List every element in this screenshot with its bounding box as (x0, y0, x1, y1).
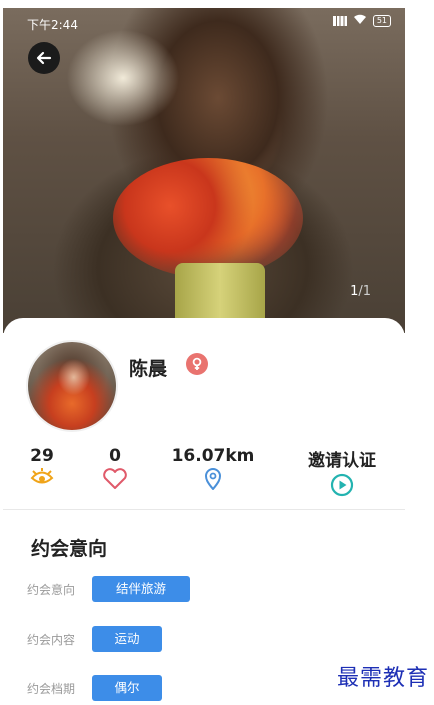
stat-distance-value: 16.07km (171, 446, 255, 466)
date-content-row: 约会内容 运动 (27, 626, 162, 652)
female-icon (186, 353, 208, 375)
stat-likes[interactable]: 0 (99, 446, 131, 490)
signal-icon (332, 16, 347, 26)
profile-sheet: 陈晨 29 0 16.07km 邀请认证 约会意向 约会意向 结伴旅游 约会内容… (3, 318, 405, 705)
stat-views-value: 29 (30, 446, 54, 466)
arrow-left-icon (36, 51, 52, 65)
watermark: 最需教育 (336, 666, 429, 691)
section-title: 约会意向 (31, 538, 108, 560)
date-intent-tag[interactable]: 结伴旅游 (92, 576, 190, 602)
back-button[interactable] (28, 42, 60, 74)
heart-icon (103, 468, 127, 489)
stat-invite[interactable]: 邀请认证 (297, 446, 387, 497)
status-icons: 51 (332, 14, 391, 28)
photo-vase (175, 263, 265, 323)
date-schedule-tag[interactable]: 偶尔 (92, 675, 162, 701)
date-intent-row: 约会意向 结伴旅游 (27, 576, 190, 602)
location-pin-icon (204, 468, 222, 490)
stats-row: 29 0 16.07km 邀请认证 (3, 446, 405, 497)
battery-icon: 51 (372, 15, 391, 27)
stat-views: 29 (23, 446, 61, 488)
date-content-tag[interactable]: 运动 (92, 626, 162, 652)
profile-screen: 下午2:44 51 1/1 陈晨 29 0 16.07km 邀请认证 约会意向 … (3, 8, 405, 705)
photo-counter-total: /1 (358, 284, 371, 299)
wifi-icon (353, 14, 367, 28)
stat-invite-value: 邀请认证 (308, 451, 376, 471)
eye-icon (30, 468, 54, 484)
date-schedule-label: 约会档期 (27, 681, 76, 696)
status-bar: 下午2:44 51 (3, 8, 405, 34)
profile-name: 陈晨 (129, 358, 168, 380)
photo-flowers (113, 158, 303, 278)
date-schedule-row: 约会档期 偶尔 (27, 675, 162, 701)
status-time: 下午2:44 (27, 18, 78, 32)
play-circle-icon (330, 473, 354, 497)
photo-counter: 1/1 (350, 284, 371, 299)
date-intent-label: 约会意向 (27, 582, 76, 597)
avatar[interactable] (26, 340, 118, 432)
date-content-label: 约会内容 (27, 632, 76, 647)
stat-likes-value: 0 (109, 446, 121, 466)
divider (3, 509, 405, 510)
stat-distance: 16.07km (168, 446, 258, 490)
profile-photo[interactable] (3, 8, 405, 333)
